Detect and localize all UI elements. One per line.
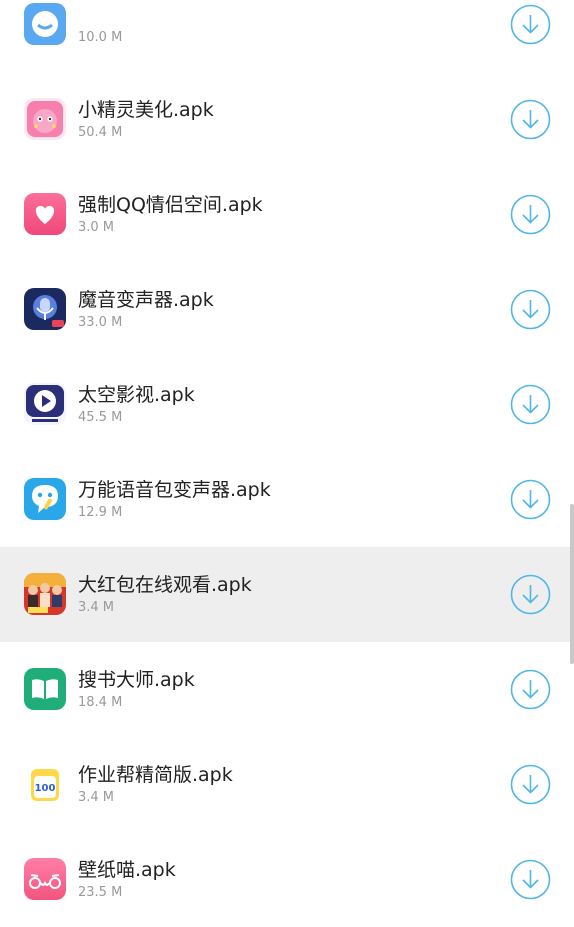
file-list-item[interactable]: 万能语音包变声器.apk 12.9 M: [0, 452, 574, 547]
svg-text:100: 100: [35, 783, 56, 794]
file-size: 3.4 M: [78, 790, 115, 805]
scrollbar[interactable]: [570, 504, 574, 664]
file-list-item[interactable]: 搜书大师.apk 18.4 M: [0, 642, 574, 737]
download-icon[interactable]: [510, 289, 551, 330]
file-name: 搜书大师.apk: [78, 669, 195, 691]
download-icon[interactable]: [510, 384, 551, 425]
file-size: 45.5 M: [78, 410, 123, 425]
download-icon[interactable]: [510, 479, 551, 520]
file-size: 23.5 M: [78, 885, 123, 900]
file-size: 18.4 M: [78, 695, 123, 710]
file-name: 魔音变声器.apk: [78, 289, 214, 311]
app-icon-100-card: 100: [24, 763, 66, 805]
download-icon[interactable]: [510, 194, 551, 235]
file-list-item[interactable]: 太空影视.apk 45.5 M: [0, 357, 574, 452]
file-size: 3.4 M: [78, 600, 115, 615]
app-icon-pink-cat: [24, 98, 66, 140]
download-icon[interactable]: [510, 99, 551, 140]
file-name: 万能语音包变声器.apk: [78, 479, 271, 501]
file-list-item[interactable]: 小精灵美化.apk 50.4 M: [0, 72, 574, 167]
file-size: 3.0 M: [78, 220, 115, 235]
file-name: 强制QQ情侣空间.apk: [78, 194, 263, 216]
file-list-item[interactable]: 魔音变声器.apk 33.0 M: [0, 262, 574, 357]
download-icon[interactable]: [510, 764, 551, 805]
file-name: 太空影视.apk: [78, 384, 195, 406]
app-icon-voice-bubble: [24, 478, 66, 520]
file-name: 壁纸喵.apk: [78, 859, 176, 881]
file-list-item[interactable]: 10.0 M: [0, 0, 574, 72]
file-name: 作业帮精简版.apk: [78, 764, 233, 786]
file-list-item[interactable]: 大红包在线观看.apk 3.4 M: [0, 547, 574, 642]
file-size: 10.0 M: [78, 30, 123, 45]
app-icon-book: [24, 668, 66, 710]
app-icon-pink-heart: [24, 193, 66, 235]
file-list-item[interactable]: 100 作业帮精简版.apk 3.4 M: [0, 737, 574, 832]
app-icon-owo-face: [24, 858, 66, 900]
download-icon[interactable]: [510, 4, 551, 45]
app-icon-play: [24, 383, 66, 425]
file-list: 10.0 M 小精灵美化.apk 50.4 M 强制QQ情侣空间.apk 3.0…: [0, 0, 574, 927]
app-icon-microphone: [24, 288, 66, 330]
file-size: 12.9 M: [78, 505, 123, 520]
file-size: 33.0 M: [78, 315, 123, 330]
file-list-item[interactable]: 壁纸喵.apk 23.5 M: [0, 832, 574, 927]
file-size: 50.4 M: [78, 125, 123, 140]
file-name: 小精灵美化.apk: [78, 99, 214, 121]
app-icon-blue-face: [24, 3, 66, 45]
download-icon[interactable]: [510, 859, 551, 900]
file-list-item[interactable]: 强制QQ情侣空间.apk 3.0 M: [0, 167, 574, 262]
download-icon[interactable]: [510, 574, 551, 615]
download-icon[interactable]: [510, 669, 551, 710]
file-name: 大红包在线观看.apk: [78, 574, 252, 596]
app-icon-movie-poster: [24, 573, 66, 615]
